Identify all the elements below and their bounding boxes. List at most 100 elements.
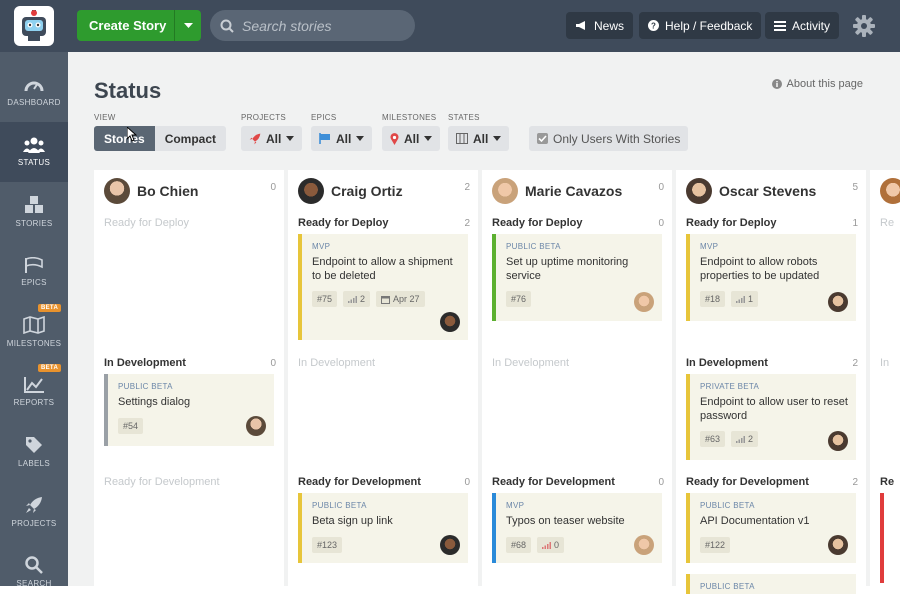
map-pin-icon <box>390 132 399 145</box>
sidebar-item-reports[interactable]: BETA REPORTS <box>0 362 68 422</box>
view-stories-tab[interactable]: Stories <box>94 126 155 151</box>
story-id: #63 <box>700 431 726 447</box>
section-count: 0 <box>658 218 664 229</box>
story-card[interactable]: PUBLIC BETA Set up uptime monitoring ser… <box>492 234 662 321</box>
signal-icon <box>348 295 358 303</box>
chevron-down-icon <box>424 136 433 141</box>
user-column: Bo Chien 0 Ready for Deploy In Developme… <box>94 170 284 586</box>
story-card[interactable]: PUBLIC BETA Settings dialog #54 <box>104 374 274 446</box>
avatar <box>634 292 654 312</box>
section-count: 2 <box>464 218 470 229</box>
sidebar-item-projects[interactable]: PROJECTS <box>0 482 68 542</box>
question-icon: ? <box>648 20 659 31</box>
megaphone-icon <box>576 21 585 30</box>
milestones-filter[interactable]: All <box>382 126 441 151</box>
avatar <box>828 535 848 555</box>
estimate-chip: 1 <box>731 291 759 307</box>
view-compact-tab[interactable]: Compact <box>154 126 227 151</box>
user-column: Marie Cavazos 0 Ready for Deploy 0 PUBLI… <box>482 170 672 586</box>
section-count: 2 <box>852 477 858 488</box>
sidebar-item-epics[interactable]: EPICS <box>0 242 68 302</box>
story-card[interactable]: MVP Endpoint to allow robots properties … <box>686 234 856 321</box>
sidebar-item-status[interactable]: STATUS <box>0 122 68 182</box>
activity-label: Activity <box>792 18 831 33</box>
story-card[interactable]: PRIVATE BETA Endpoint to allow user to r… <box>686 374 856 460</box>
sidebar-item-milestones[interactable]: BETA MILESTONES <box>0 302 68 362</box>
states-filter[interactable]: All <box>448 126 510 151</box>
create-dropdown-icon[interactable] <box>174 10 201 41</box>
avatar <box>828 431 848 451</box>
estimate-value: 1 <box>748 294 754 304</box>
user-column: Re In Re <box>870 170 900 586</box>
news-button[interactable]: News <box>566 12 634 39</box>
avatar <box>298 178 324 204</box>
only-users-toggle[interactable]: Only Users With Stories <box>529 126 689 151</box>
columns-icon <box>456 133 468 144</box>
estimate-chip: 2 <box>731 431 759 447</box>
chart-icon <box>24 377 44 393</box>
milestones-filter-value: All <box>404 131 420 146</box>
section-label: Ready for Deploy <box>298 217 389 229</box>
story-card-edge[interactable] <box>880 493 884 583</box>
view-label: VIEW <box>94 113 116 122</box>
epic-label: PUBLIC BETA <box>700 582 755 591</box>
story-card[interactable]: MVP Typos on teaser website #68 0 <box>492 493 662 563</box>
info-icon <box>771 79 782 89</box>
view-toggle: Stories Compact <box>94 126 227 151</box>
story-title: Endpoint to allow a shipment to be delet… <box>312 256 453 282</box>
dashboard-icon <box>24 81 44 92</box>
news-label: News <box>594 18 625 33</box>
app-logo[interactable] <box>14 6 54 46</box>
sidebar-item-labels[interactable]: LABELS <box>0 422 68 482</box>
search-icon <box>220 19 234 33</box>
section-label: Ready for Deploy <box>686 217 777 229</box>
main-content: Status About this page VIEW PROJECTS EPI… <box>68 52 900 594</box>
epic-label: PRIVATE BETA <box>700 382 760 391</box>
column-header: Oscar Stevens <box>686 178 816 204</box>
sidebar-item-stories[interactable]: STORIES <box>0 182 68 242</box>
projects-filter[interactable]: All <box>241 126 303 151</box>
user-name: Craig Ortiz <box>331 183 403 199</box>
section-label: Ready for Deploy <box>104 217 189 229</box>
help-feedback-button[interactable]: ? Help / Feedback <box>639 12 762 39</box>
gear-icon[interactable] <box>853 15 875 42</box>
column-header: Bo Chien <box>104 178 198 204</box>
story-id: #122 <box>700 537 731 553</box>
sidebar-item-dashboard[interactable]: DASHBOARD <box>0 62 68 122</box>
help-feedback-label: Help / Feedback <box>665 18 753 33</box>
story-card[interactable]: MVP Endpoint to allow a shipment to be d… <box>298 234 468 340</box>
list-icon <box>774 20 786 31</box>
story-id: #123 <box>312 537 343 553</box>
sidebar-item-label: LABELS <box>17 459 51 468</box>
story-card[interactable]: PUBLIC BETA Beta sign up link #123 <box>298 493 468 563</box>
search-input[interactable] <box>242 17 402 34</box>
story-card[interactable]: PUBLIC BETA API Documentation v1 #122 <box>686 493 856 563</box>
activity-button[interactable]: Activity <box>765 12 840 39</box>
section-label: Ready for Development <box>686 476 809 488</box>
mouse-cursor-icon <box>127 127 137 142</box>
avatar <box>440 535 460 555</box>
flag-icon <box>25 257 43 273</box>
sidebar-item-label: REPORTS <box>13 398 55 407</box>
sidebar-item-search[interactable]: SEARCH <box>0 542 68 602</box>
states-filter-value: All <box>473 131 489 146</box>
about-page-link[interactable]: About this page <box>771 78 863 90</box>
estimate-chip: 0 <box>537 537 565 553</box>
chevron-down-icon <box>356 136 365 141</box>
section-label: Ready for Development <box>104 476 220 488</box>
search-box[interactable] <box>210 10 415 41</box>
story-title: Beta sign up link <box>312 515 393 527</box>
story-title: Endpoint to allow robots properties to b… <box>700 256 820 282</box>
sidebar-item-label: SEARCH <box>16 579 52 588</box>
avatar <box>246 416 266 436</box>
epic-label: PUBLIC BETA <box>506 242 561 251</box>
sidebar-item-label: EPICS <box>21 278 47 287</box>
epics-filter[interactable]: All <box>311 126 373 151</box>
story-card[interactable]: PUBLIC BETA <box>686 574 856 594</box>
signal-icon <box>542 541 552 549</box>
search-icon <box>25 556 43 574</box>
epic-label: MVP <box>700 242 719 251</box>
about-page-label: About this page <box>786 78 863 90</box>
map-icon <box>23 316 45 334</box>
create-story-button[interactable]: Create Story <box>77 10 201 41</box>
